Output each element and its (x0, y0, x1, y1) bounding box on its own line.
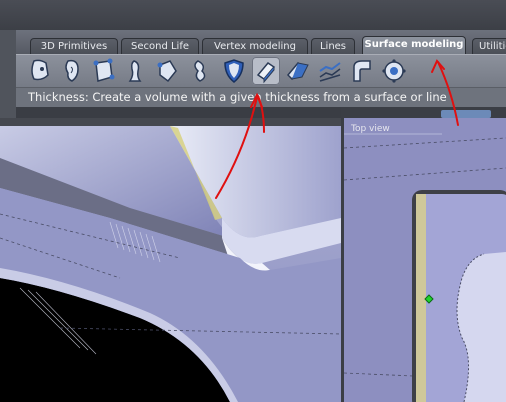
thickness-icon[interactable] (252, 57, 280, 85)
tab-surface-modeling[interactable]: Surface modeling (362, 36, 466, 56)
surface-steps-icon[interactable] (316, 57, 344, 85)
surface-gear-icon[interactable] (380, 57, 408, 85)
surface-extrude-icon[interactable] (122, 57, 150, 85)
surface-toolbar (16, 54, 506, 88)
top-viewport[interactable] (344, 118, 506, 402)
surface-revolve-icon[interactable] (186, 57, 214, 85)
title-bar (0, 0, 506, 31)
viewport-toggle-button[interactable] (441, 110, 491, 118)
tab-lines[interactable]: Lines (311, 38, 355, 55)
surface-skin-icon[interactable] (26, 57, 54, 85)
top-view-label: Top view (351, 124, 390, 134)
tab-utilities[interactable]: Utilities (472, 38, 506, 55)
perspective-viewport[interactable] (0, 118, 341, 402)
surface-sweep-icon[interactable] (154, 57, 182, 85)
tab-vertex-modeling[interactable]: Vertex modeling (202, 38, 308, 55)
tab-3d-primitives[interactable]: 3D Primitives (30, 38, 118, 55)
surface-fillet-icon[interactable] (348, 57, 376, 85)
status-hint: Thickness: Create a volume with a given … (16, 87, 506, 107)
tab-second-life[interactable]: Second Life (121, 38, 199, 55)
surface-ear-icon[interactable] (58, 57, 86, 85)
surface-fold-icon[interactable] (284, 57, 312, 85)
surface-shield-icon[interactable] (220, 57, 248, 85)
surface-loft-icon[interactable] (90, 57, 118, 85)
left-gutter (0, 30, 16, 118)
